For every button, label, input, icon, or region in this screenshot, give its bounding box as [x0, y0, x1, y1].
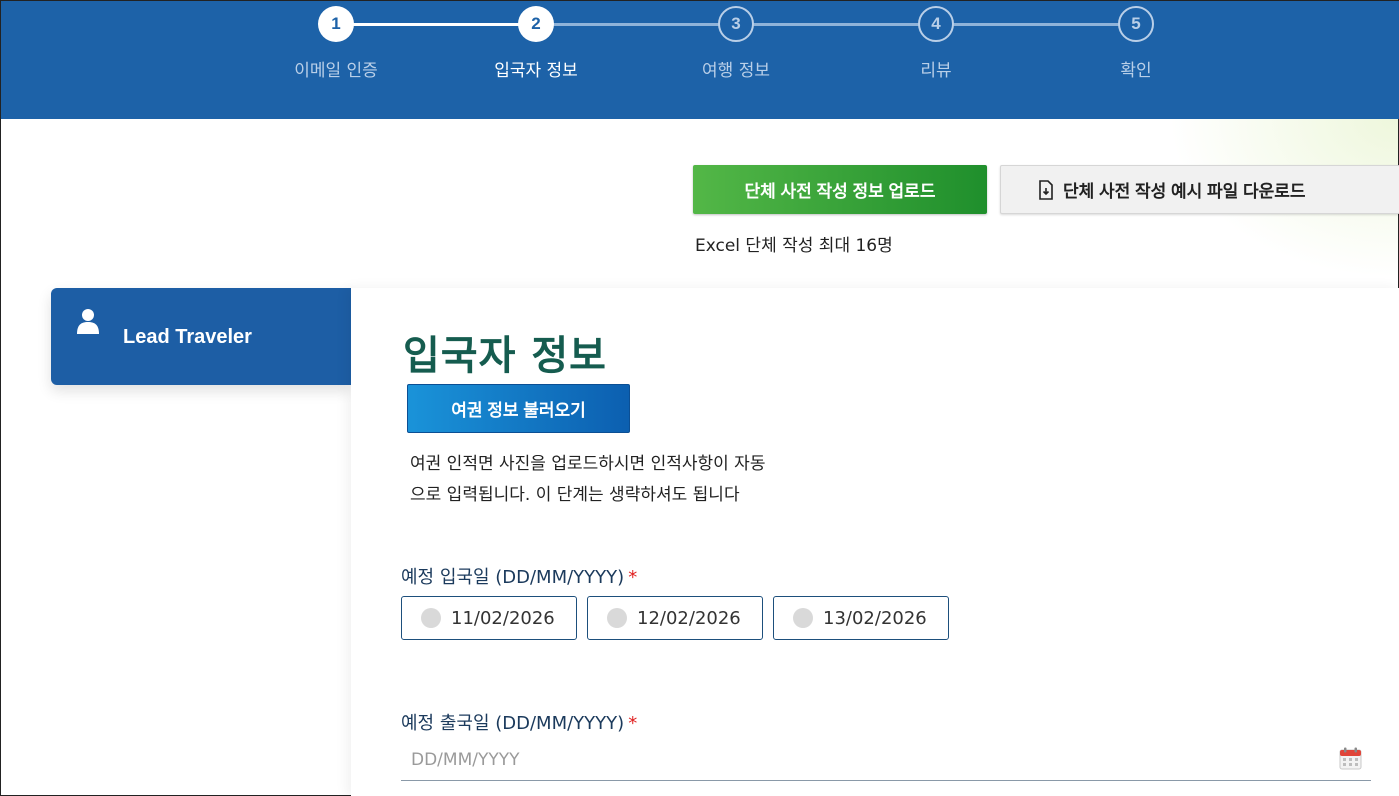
radio-button[interactable] [793, 608, 813, 628]
step-label: 리뷰 [920, 61, 952, 81]
calendar-icon[interactable] [1339, 747, 1362, 770]
radio-button[interactable] [607, 608, 627, 628]
sample-download-button[interactable]: 단체 사전 작성 예시 파일 다운로드 [1000, 165, 1399, 214]
step-traveler-info[interactable]: 2 입국자 정보 [436, 6, 636, 81]
step-number: 3 [718, 6, 754, 42]
step-confirm[interactable]: 5 확인 [1036, 6, 1236, 81]
entry-date-option[interactable]: 11/02/2026 [401, 596, 577, 640]
excel-limit-note: Excel 단체 작성 최대 16명 [695, 236, 893, 256]
passport-description-line: 으로 입력됩니다. 이 단계는 생략하셔도 됩니다 [410, 485, 740, 505]
file-download-icon [1039, 179, 1053, 200]
traveler-name: Lead Traveler [123, 326, 252, 348]
step-number: 2 [518, 6, 554, 42]
group-upload-button[interactable]: 단체 사전 작성 정보 업로드 [693, 165, 987, 214]
required-mark: * [628, 567, 638, 588]
required-mark: * [628, 713, 638, 734]
step-number: 1 [318, 6, 354, 42]
entry-date-label: 예정 입국일 (DD/MM/YYYY) * [401, 563, 637, 589]
passport-description: 여권 인적면 사진을 업로드하시면 인적사항이 자동 으로 입력됩니다. 이 단… [410, 449, 880, 511]
entry-date-option[interactable]: 13/02/2026 [773, 596, 949, 640]
radio-button[interactable] [421, 608, 441, 628]
progress-stepper: 1 이메일 인증 2 입국자 정보 3 여행 정보 4 리뷰 5 확인 [1, 1, 1399, 119]
step-number: 5 [1118, 6, 1154, 42]
step-label: 확인 [1120, 61, 1152, 81]
step-label: 이메일 인증 [294, 61, 378, 81]
entry-date-options: 11/02/2026 12/02/2026 13/02/2026 [401, 596, 949, 640]
page-title: 입국자 정보 [403, 333, 607, 379]
load-passport-button[interactable]: 여권 정보 불러오기 [407, 384, 630, 433]
entry-date-label-text: 예정 입국일 (DD/MM/YYYY) [401, 567, 625, 588]
passport-description-line: 여권 인적면 사진을 업로드하시면 인적사항이 자동 [410, 454, 766, 474]
entry-date-value: 12/02/2026 [637, 607, 741, 629]
exit-date-label-text: 예정 출국일 (DD/MM/YYYY) [401, 713, 625, 734]
exit-date-label: 예정 출국일 (DD/MM/YYYY) * [401, 709, 637, 735]
step-review[interactable]: 4 리뷰 [836, 6, 1036, 81]
step-label: 입국자 정보 [494, 61, 578, 81]
step-email-verification[interactable]: 1 이메일 인증 [236, 6, 436, 81]
entry-date-value: 13/02/2026 [823, 607, 927, 629]
person-icon [77, 309, 99, 334]
step-label: 여행 정보 [702, 61, 770, 81]
step-travel-info[interactable]: 3 여행 정보 [636, 6, 836, 81]
entry-date-option[interactable]: 12/02/2026 [587, 596, 763, 640]
sample-download-label: 단체 사전 작성 예시 파일 다운로드 [1063, 182, 1306, 201]
step-number: 4 [918, 6, 954, 42]
sidebar-tab-lead-traveler[interactable]: Lead Traveler [51, 288, 351, 385]
exit-date-input[interactable] [401, 739, 1371, 781]
entry-date-value: 11/02/2026 [451, 607, 555, 629]
